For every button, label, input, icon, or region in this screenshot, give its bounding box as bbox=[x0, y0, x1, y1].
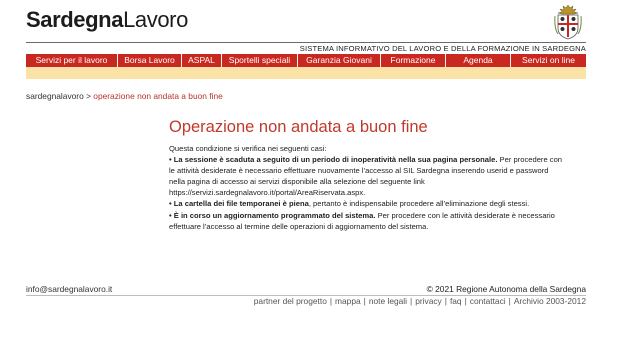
case-session-expired: • La sessione è scaduta a seguito di un … bbox=[169, 154, 564, 198]
breadcrumb-home-link[interactable]: sardegnalavoro bbox=[26, 91, 84, 101]
nav-item-servizi-per-il-lavoro[interactable]: Servizi per il lavoro bbox=[26, 54, 118, 67]
footer-link-archivio[interactable]: Archivio 2003-2012 bbox=[514, 296, 586, 306]
logo-regular-text: Lavoro bbox=[123, 7, 188, 32]
footer-separator: | bbox=[508, 296, 511, 306]
case-session-expired-heading: • La sessione è scaduta a seguito di un … bbox=[169, 155, 498, 165]
case-system-update: • È in corso un aggiornamento programmat… bbox=[169, 210, 564, 232]
nav-item-garanzia-giovani[interactable]: Garanzia Giovani bbox=[298, 54, 381, 67]
footer-link-partner[interactable]: partner del progetto bbox=[254, 296, 327, 306]
footer-separator: | bbox=[363, 296, 366, 306]
reserved-area-link[interactable]: https://servizi.sardegnalavoro.it/portal… bbox=[169, 188, 365, 197]
footer-links: partner del progetto | mappa | note legali | p… bbox=[254, 296, 586, 306]
main-nav: Servizi per il lavoro Borsa Lavoro ASPAL… bbox=[26, 54, 586, 67]
footer-separator: | bbox=[329, 296, 333, 306]
nav-item-borsa-lavoro[interactable]: Borsa Lavoro bbox=[118, 54, 182, 67]
nav-item-formazione[interactable]: Formazione bbox=[381, 54, 446, 67]
footer-email-link[interactable]: info@sardegnalavoro.it bbox=[26, 284, 112, 294]
footer-link-mappa[interactable]: mappa bbox=[335, 296, 361, 306]
error-content: Questa condizione si verifica nei seguen… bbox=[169, 143, 564, 232]
nav-item-agenda[interactable]: Agenda bbox=[446, 54, 511, 67]
logo-bold-text: Sardegna bbox=[26, 7, 124, 32]
breadcrumb: sardegnalavoro > operazione non andata a… bbox=[26, 91, 223, 101]
footer-link-faq[interactable]: faq bbox=[450, 296, 462, 306]
sardinia-coat-of-arms-icon bbox=[554, 4, 582, 40]
system-title: SISTEMA INFORMATIVO DEL LAVORO E DELLA F… bbox=[299, 44, 586, 53]
page-title: Operazione non andata a buon fine bbox=[169, 118, 428, 136]
case-temp-folder-full: • La cartella dei file temporanei è pien… bbox=[169, 198, 564, 209]
footer-copyright: © 2021 Regione Autonoma della Sardegna bbox=[426, 284, 586, 294]
nav-item-servizi-on-line[interactable]: Servizi on line bbox=[511, 54, 586, 67]
case-temp-folder-heading: • La cartella dei file temporanei è pien… bbox=[169, 199, 309, 209]
site-logo[interactable]: SardegnaLavoro bbox=[26, 7, 188, 33]
nav-item-aspal[interactable]: ASPAL bbox=[182, 54, 222, 67]
case-temp-folder-text: , pertanto è indispensabile procedere al… bbox=[308, 199, 530, 209]
footer-link-privacy[interactable]: privacy bbox=[415, 296, 442, 306]
breadcrumb-separator: > bbox=[86, 91, 91, 101]
footer-link-contattaci[interactable]: contattaci bbox=[470, 296, 506, 306]
footer-separator: | bbox=[464, 296, 467, 306]
intro-text: Questa condizione si verifica nei seguen… bbox=[169, 144, 327, 153]
nav-item-sportelli-speciali[interactable]: Sportelli speciali bbox=[222, 54, 298, 67]
system-title-bar: SISTEMA INFORMATIVO DEL LAVORO E DELLA F… bbox=[26, 42, 586, 54]
footer-separator: | bbox=[410, 296, 413, 306]
footer-link-note-legali[interactable]: note legali bbox=[369, 296, 407, 306]
footer-separator: | bbox=[444, 296, 447, 306]
breadcrumb-current: operazione non andata a buon fine bbox=[93, 91, 223, 101]
case-system-update-heading: • È in corso un aggiornamento programmat… bbox=[169, 210, 376, 220]
sub-nav-bar bbox=[26, 67, 586, 79]
